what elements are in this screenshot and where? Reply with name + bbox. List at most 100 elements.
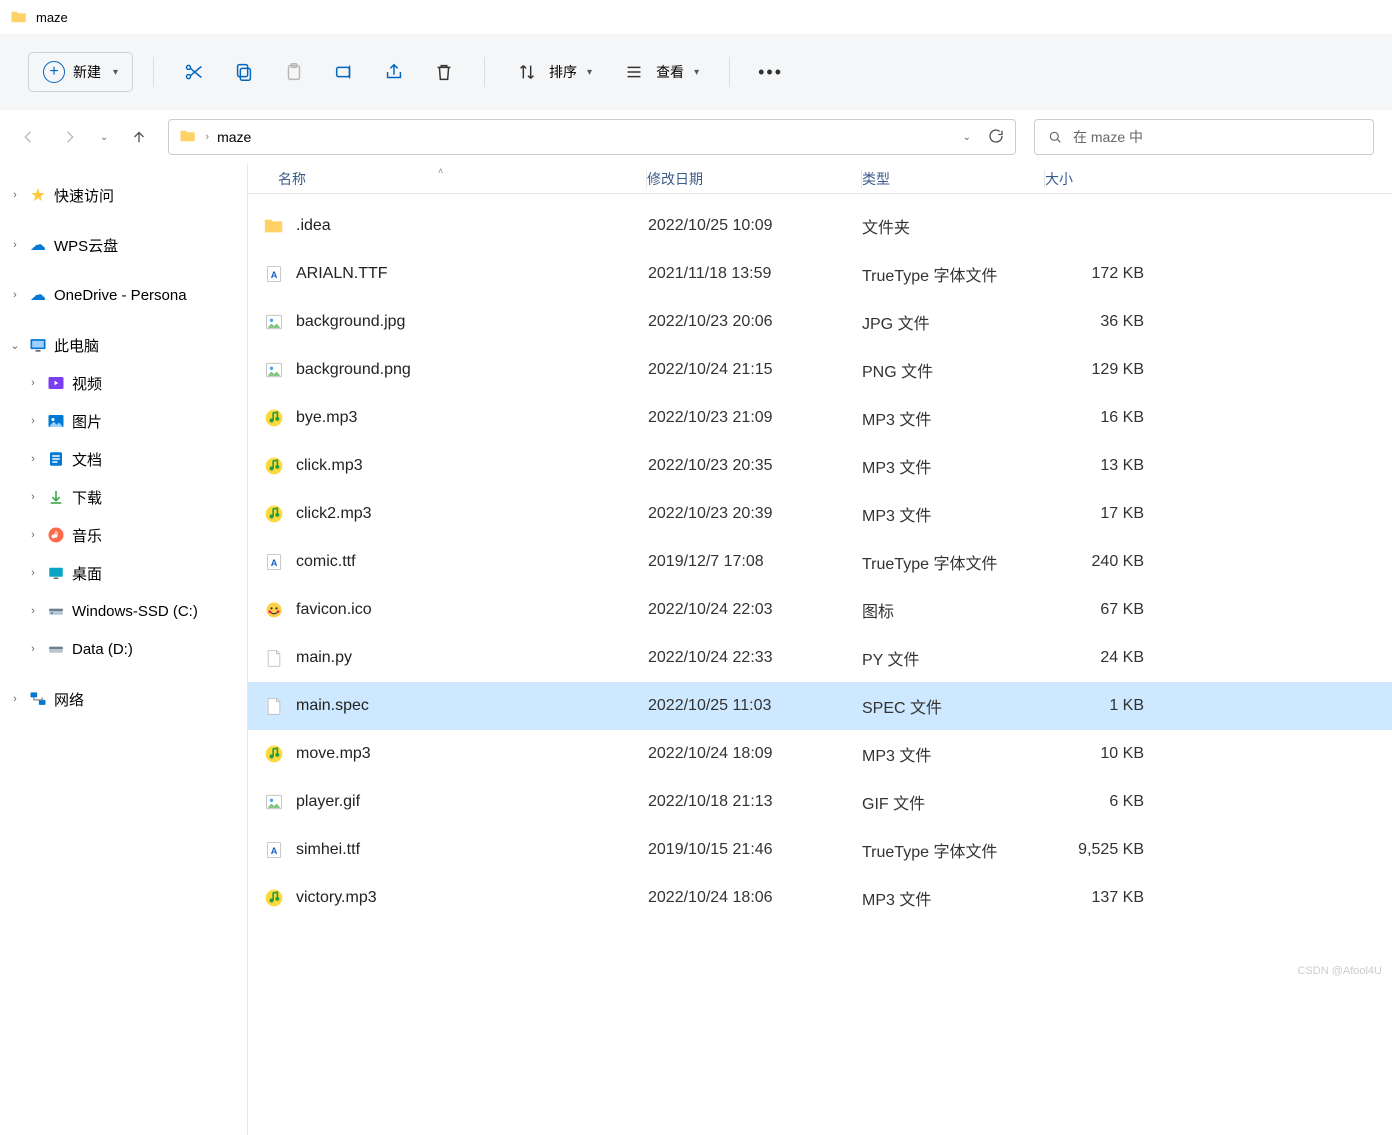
sidebar-label: 文档 (72, 449, 102, 470)
sort-button[interactable]: 排序 ▾ (505, 60, 602, 84)
share-button[interactable] (374, 52, 414, 92)
file-date: 2021/11/18 13:59 (648, 265, 862, 283)
sidebar-label: Data (D:) (72, 641, 133, 658)
sidebar-item-desktop[interactable]: › 桌面 (0, 554, 247, 592)
breadcrumb-item[interactable]: maze (217, 129, 251, 145)
sidebar: › ★ 快速访问 › ☁ WPS云盘 › ☁ OneDrive - Person… (0, 164, 248, 1135)
sidebar-item-quick-access[interactable]: › ★ 快速访问 (0, 176, 247, 214)
file-type: MP3 文件 (862, 454, 1044, 478)
view-label: 查看 (656, 62, 684, 82)
file-row[interactable]: Asimhei.ttf2019/10/15 21:46TrueType 字体文件… (248, 826, 1392, 874)
chevron-right-icon: › (26, 415, 40, 427)
sidebar-item-thispc[interactable]: ⌄ 此电脑 (0, 326, 247, 364)
file-name: .idea (296, 217, 648, 235)
file-type: MP3 文件 (862, 502, 1044, 526)
chevron-down-icon: ▾ (587, 67, 592, 78)
file-row[interactable]: .idea2022/10/25 10:09文件夹 (248, 202, 1392, 250)
scissors-icon (182, 60, 206, 84)
watermark: CSDN @Afool4U (1297, 965, 1382, 977)
sidebar-item-wps[interactable]: › ☁ WPS云盘 (0, 226, 247, 264)
trash-icon (432, 60, 456, 84)
back-button[interactable] (18, 126, 40, 148)
refresh-button[interactable] (987, 127, 1005, 148)
cut-button[interactable] (174, 52, 214, 92)
delete-button[interactable] (424, 52, 464, 92)
file-type: SPEC 文件 (862, 694, 1044, 718)
file-size: 16 KB (1044, 409, 1152, 427)
more-button[interactable]: ••• (750, 52, 791, 92)
search-placeholder: 在 maze 中 (1073, 127, 1143, 147)
sidebar-label: OneDrive - Persona (54, 287, 187, 304)
file-name: click2.mp3 (296, 505, 648, 523)
file-icon (262, 214, 286, 238)
file-icon: A (262, 262, 286, 286)
file-date: 2022/10/23 21:09 (648, 409, 862, 427)
file-date: 2019/10/15 21:46 (648, 841, 862, 859)
new-button[interactable]: + 新建 ▾ (28, 52, 133, 92)
sidebar-item-downloads[interactable]: › 下载 (0, 478, 247, 516)
file-row[interactable]: click.mp32022/10/23 20:35MP3 文件13 KB (248, 442, 1392, 490)
file-row[interactable]: click2.mp32022/10/23 20:39MP3 文件17 KB (248, 490, 1392, 538)
column-headers: 名称 ˄ 修改日期 类型 大小 (248, 164, 1392, 194)
search-icon (1047, 129, 1063, 145)
forward-button[interactable] (58, 126, 80, 148)
sidebar-item-music[interactable]: › 音乐 (0, 516, 247, 554)
file-type: TrueType 字体文件 (862, 838, 1044, 862)
file-row[interactable]: main.py2022/10/24 22:33PY 文件24 KB (248, 634, 1392, 682)
sidebar-label: 快速访问 (54, 185, 114, 206)
file-row[interactable]: background.jpg2022/10/23 20:06JPG 文件36 K… (248, 298, 1392, 346)
copy-button[interactable] (224, 52, 264, 92)
column-header-size[interactable]: 大小 (1045, 169, 1153, 189)
file-row[interactable]: bye.mp32022/10/23 21:09MP3 文件16 KB (248, 394, 1392, 442)
chevron-right-icon: › (8, 239, 22, 251)
file-date: 2022/10/25 10:09 (648, 217, 862, 235)
chevron-right-icon: › (8, 693, 22, 705)
file-row[interactable]: main.spec2022/10/25 11:03SPEC 文件1 KB (248, 682, 1392, 730)
file-row[interactable]: AARIALN.TTF2021/11/18 13:59TrueType 字体文件… (248, 250, 1392, 298)
video-icon (46, 373, 66, 393)
rename-button[interactable] (324, 52, 364, 92)
file-row[interactable]: player.gif2022/10/18 21:13GIF 文件6 KB (248, 778, 1392, 826)
column-header-name[interactable]: 名称 ˄ (248, 169, 646, 189)
up-button[interactable] (128, 126, 150, 148)
file-row[interactable]: favicon.ico2022/10/24 22:03图标67 KB (248, 586, 1392, 634)
dots-icon: ••• (758, 62, 783, 83)
sort-icon (515, 60, 539, 84)
view-button[interactable]: 查看 ▾ (612, 60, 709, 84)
file-pane: 名称 ˄ 修改日期 类型 大小 .idea2022/10/25 10:09文件夹… (248, 164, 1392, 1135)
file-row[interactable]: Acomic.ttf2019/12/7 17:08TrueType 字体文件24… (248, 538, 1392, 586)
file-row[interactable]: background.png2022/10/24 21:15PNG 文件129 … (248, 346, 1392, 394)
file-icon (262, 358, 286, 382)
sidebar-item-videos[interactable]: › 视频 (0, 364, 247, 402)
sidebar-item-onedrive[interactable]: › ☁ OneDrive - Persona (0, 276, 247, 314)
address-bar[interactable]: › maze ⌄ (168, 119, 1016, 155)
sidebar-item-pictures[interactable]: › 图片 (0, 402, 247, 440)
file-icon (262, 454, 286, 478)
sidebar-item-documents[interactable]: › 文档 (0, 440, 247, 478)
chevron-right-icon: › (26, 377, 40, 389)
column-header-date[interactable]: 修改日期 (647, 169, 861, 189)
file-type: PY 文件 (862, 646, 1044, 670)
file-name: main.spec (296, 697, 648, 715)
file-date: 2022/10/24 18:06 (648, 889, 862, 907)
file-row[interactable]: victory.mp32022/10/24 18:06MP3 文件137 KB (248, 874, 1392, 922)
music-icon (46, 525, 66, 545)
file-date: 2022/10/24 21:15 (648, 361, 862, 379)
file-size: 24 KB (1044, 649, 1152, 667)
sidebar-item-drive-c[interactable]: › Windows-SSD (C:) (0, 592, 247, 630)
chevron-right-icon: › (26, 529, 40, 541)
sidebar-item-network[interactable]: › 网络 (0, 680, 247, 718)
column-header-type[interactable]: 类型 (862, 169, 1044, 189)
address-dropdown[interactable]: ⌄ (955, 132, 979, 143)
file-size: 67 KB (1044, 601, 1152, 619)
sidebar-item-drive-d[interactable]: › Data (D:) (0, 630, 247, 668)
file-type: GIF 文件 (862, 790, 1044, 814)
file-row[interactable]: move.mp32022/10/24 18:09MP3 文件10 KB (248, 730, 1392, 778)
recent-dropdown[interactable]: ⌄ (98, 132, 110, 143)
copy-icon (232, 60, 256, 84)
share-icon (382, 60, 406, 84)
file-name: move.mp3 (296, 745, 648, 763)
search-box[interactable]: 在 maze 中 (1034, 119, 1374, 155)
paste-button[interactable] (274, 52, 314, 92)
file-icon: A (262, 838, 286, 862)
